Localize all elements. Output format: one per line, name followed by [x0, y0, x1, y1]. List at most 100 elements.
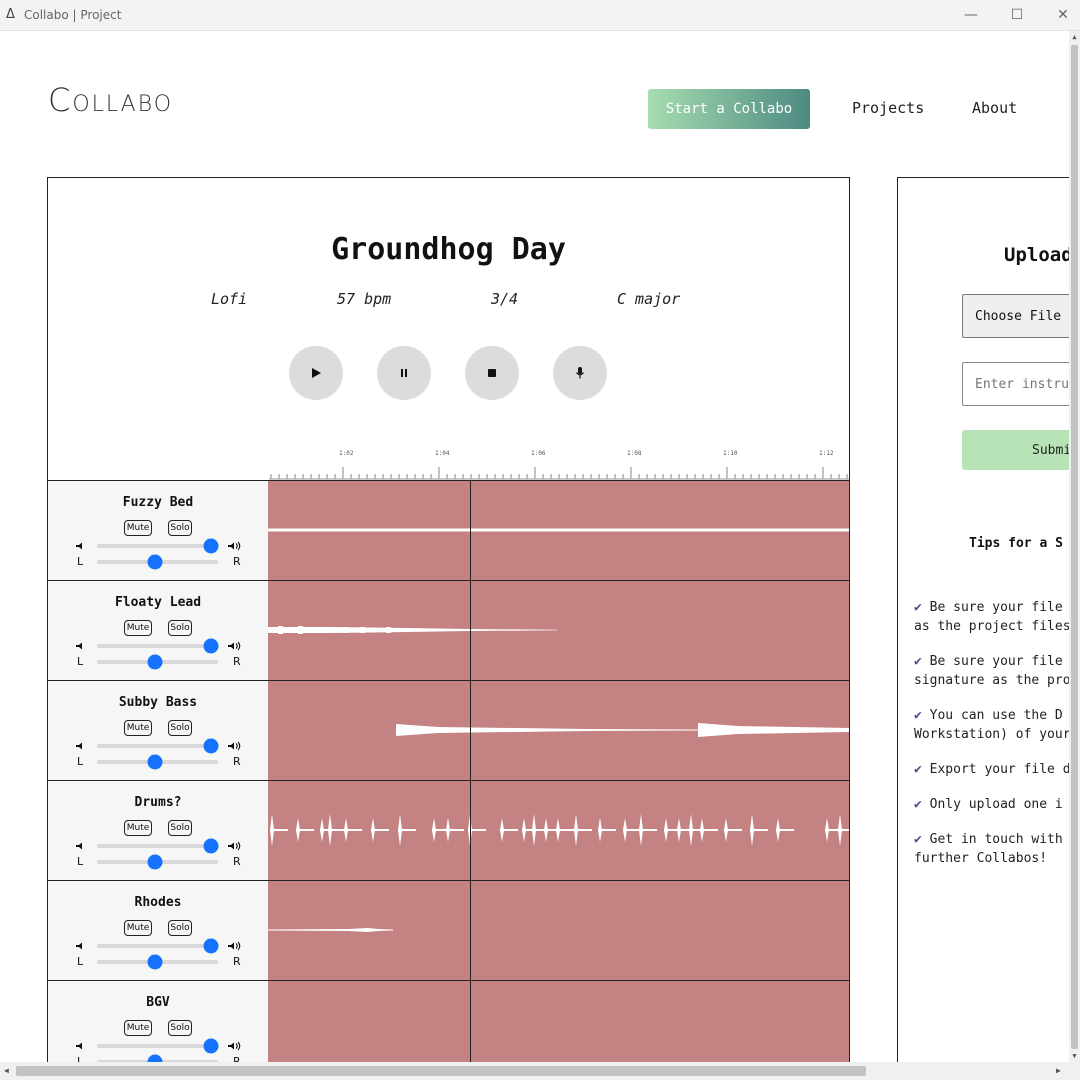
volume-slider[interactable]: L R — [48, 935, 268, 975]
checkmark-icon: ✔ — [914, 600, 922, 615]
volume-thumb[interactable] — [203, 738, 219, 754]
pan-right-label: R — [233, 855, 241, 868]
pan-thumb[interactable] — [147, 954, 163, 970]
scroll-up-icon[interactable]: ▲ — [1069, 33, 1080, 41]
pan-right-label: R — [233, 555, 241, 568]
pan-left-label: L — [77, 955, 84, 968]
waveform-lane[interactable] — [268, 581, 849, 680]
pan-thumb[interactable] — [147, 654, 163, 670]
instrument-input[interactable] — [962, 362, 1069, 406]
project-key: C major — [617, 290, 681, 308]
tip-text: Be sure your file signature as the pro — [914, 654, 1069, 688]
mute-button[interactable]: Mute — [124, 620, 152, 636]
vertical-scroll-thumb[interactable] — [1071, 45, 1078, 1049]
stop-icon — [488, 369, 496, 377]
volume-slider[interactable]: L R — [48, 835, 268, 875]
mute-button[interactable]: Mute — [124, 820, 152, 836]
track-row: Drums? Mute Solo L R — [48, 780, 849, 880]
volume-thumb[interactable] — [203, 838, 219, 854]
checkmark-icon: ✔ — [914, 654, 922, 669]
upload-card: Upload Choose File Submi Tips for a S ✔ … — [897, 177, 1069, 1062]
play-icon — [312, 368, 321, 378]
waveform-lane[interactable] — [268, 681, 849, 780]
track-controls: Fuzzy Bed Mute Solo L R — [48, 481, 268, 580]
scroll-right-icon[interactable]: ▶ — [1056, 1066, 1061, 1075]
tip-text: Export your file d — [929, 762, 1069, 777]
solo-button[interactable]: Solo — [168, 920, 192, 936]
solo-button[interactable]: Solo — [168, 720, 192, 736]
project-genre: Lofi — [211, 290, 248, 308]
volume-slider[interactable]: L R — [48, 1035, 268, 1062]
pan-left-label: L — [77, 1055, 84, 1062]
volume-down-icon — [76, 542, 82, 550]
mute-button[interactable]: Mute — [124, 720, 152, 736]
scroll-left-icon[interactable]: ◀ — [4, 1066, 9, 1075]
playhead[interactable] — [470, 480, 471, 1062]
page-viewport: Collabo Start a Collabo Projects About G… — [0, 31, 1069, 1062]
nav-projects-link[interactable]: Projects — [852, 99, 924, 117]
collabo-logo[interactable]: Collabo — [48, 81, 173, 119]
pan-thumb[interactable] — [147, 754, 163, 770]
vertical-scrollbar[interactable]: ▲ ▼ — [1069, 31, 1080, 1062]
volume-slider[interactable]: L R — [48, 735, 268, 775]
solo-button[interactable]: Solo — [168, 820, 192, 836]
pause-icon — [401, 369, 407, 377]
minimize-button[interactable]: — — [961, 5, 981, 25]
horizontal-scrollbar[interactable]: ◀ ▶ — [0, 1062, 1069, 1080]
track-name: Rhodes — [134, 895, 182, 910]
solo-button[interactable]: Solo — [168, 1020, 192, 1036]
upload-title: Upload — [1004, 244, 1069, 266]
waveform-lane[interactable] — [268, 981, 849, 1062]
scroll-down-icon[interactable]: ▼ — [1069, 1052, 1080, 1060]
mute-button[interactable]: Mute — [124, 520, 152, 536]
choose-file-button[interactable]: Choose File — [962, 294, 1069, 338]
solo-button[interactable]: Solo — [168, 620, 192, 636]
pan-thumb[interactable] — [147, 554, 163, 570]
nav-about-link[interactable]: About — [972, 99, 1017, 117]
maximize-button[interactable]: ☐ — [1007, 5, 1027, 25]
play-button[interactable] — [289, 346, 343, 400]
solo-button[interactable]: Solo — [168, 520, 192, 536]
pause-button[interactable] — [377, 346, 431, 400]
window-titlebar: Δ Collabo | Project — ☐ ✕ — [0, 0, 1080, 31]
project-tempo: 57 bpm — [337, 290, 392, 308]
track-row: Subby Bass Mute Solo L R — [48, 680, 849, 780]
volume-up-icon — [228, 741, 241, 751]
pan-thumb[interactable] — [147, 854, 163, 870]
mute-button[interactable]: Mute — [124, 1020, 152, 1036]
volume-up-icon — [228, 941, 241, 951]
waveform-lane[interactable] — [268, 881, 849, 980]
volume-thumb[interactable] — [203, 538, 219, 554]
track-name: Drums? — [134, 795, 182, 810]
stop-button[interactable] — [465, 346, 519, 400]
track-name: Floaty Lead — [114, 595, 202, 610]
pan-left-label: L — [77, 755, 84, 768]
start-collabo-button[interactable]: Start a Collabo — [648, 89, 810, 129]
checkmark-icon: ✔ — [914, 797, 922, 812]
volume-down-icon — [76, 942, 82, 950]
tip-item: ✔ Get in touch with further Collabos! — [914, 830, 1069, 868]
waveform-lane[interactable] — [268, 481, 849, 580]
horizontal-scroll-thumb[interactable] — [16, 1066, 866, 1076]
submit-button[interactable]: Submi — [962, 430, 1069, 470]
volume-thumb[interactable] — [203, 1038, 219, 1054]
mute-button[interactable]: Mute — [124, 920, 152, 936]
volume-slider[interactable]: L R — [48, 535, 268, 575]
pan-thumb[interactable] — [147, 1054, 163, 1063]
checkmark-icon: ✔ — [914, 708, 922, 723]
waveform — [268, 528, 849, 532]
volume-slider[interactable]: L R — [48, 635, 268, 675]
volume-thumb[interactable] — [203, 638, 219, 654]
timeline-label: 1:06 — [531, 450, 546, 457]
waveform-lane[interactable] — [268, 781, 849, 880]
waveform — [396, 723, 849, 737]
track-controls: Floaty Lead Mute Solo L R — [48, 581, 268, 680]
timeline-ruler[interactable]: 1:02 1:04 1:06 1:08 1:10 1:12 — [269, 442, 849, 480]
volume-thumb[interactable] — [203, 938, 219, 954]
record-button[interactable] — [553, 346, 607, 400]
track-row: Floaty Lead Mute Solo L R — [48, 580, 849, 680]
close-button[interactable]: ✕ — [1053, 5, 1073, 25]
tip-item: ✔ Export your file d — [914, 760, 1069, 779]
waveform — [268, 626, 558, 634]
project-card: Groundhog Day Lofi 57 bpm 3/4 C major 1:… — [47, 177, 850, 1062]
